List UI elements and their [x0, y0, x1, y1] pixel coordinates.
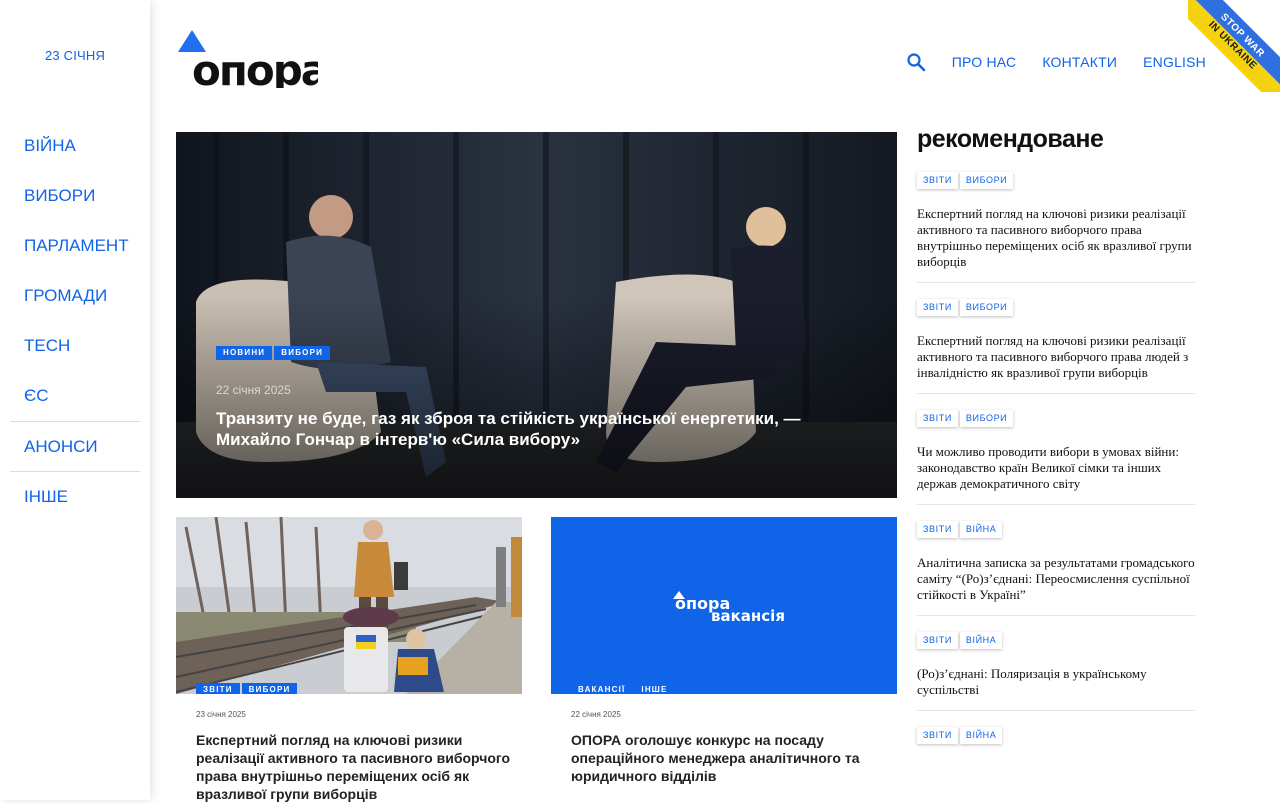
recommended-section: рекомендоване ЗВІТИ ВИБОРИ Експертний по…	[917, 124, 1195, 789]
item-title[interactable]: Аналітична записка за результатами грома…	[917, 555, 1195, 603]
tag-elections[interactable]: ВИБОРИ	[959, 299, 1014, 316]
hero-date: 22 січня 2025	[216, 383, 291, 397]
tag-other[interactable]: ІНШЕ	[634, 683, 675, 694]
list-item[interactable]: ЗВІТИ ВИБОРИ Чи можливо проводити вибори…	[917, 410, 1195, 505]
current-date: 23 СІЧНЯ	[44, 48, 106, 63]
item-tags: ЗВІТИ ВИБОРИ	[917, 172, 1195, 189]
stop-war-ribbon[interactable]: STOP WAR IN UKRAINE	[1188, 0, 1280, 92]
card-tags: ВАКАНСІЇ ІНШЕ	[571, 683, 675, 694]
item-tags: ЗВІТИ ВІЙНА	[917, 521, 1195, 538]
item-tags: ЗВІТИ ВІЙНА	[917, 632, 1195, 649]
item-tags: ЗВІТИ ВИБОРИ	[917, 299, 1195, 316]
card-image: опора вакансія ВАКАНСІЇ ІНШЕ	[551, 517, 897, 694]
card-title[interactable]: ОПОРА оголошує конкурс на посаду операці…	[551, 731, 897, 785]
search-icon[interactable]	[906, 52, 926, 72]
tag-elections[interactable]: ВИБОРИ	[959, 172, 1014, 189]
sidebar-item-parliament[interactable]: ПАРЛАМЕНТ	[10, 221, 140, 271]
card-tags: ЗВІТИ ВИБОРИ	[196, 683, 298, 694]
section-nav: ВІЙНА ВИБОРИ ПАРЛАМЕНТ ГРОМАДИ TECH ЄС А…	[10, 121, 140, 521]
railway-photo	[176, 517, 522, 694]
sidebar-item-elections[interactable]: ВИБОРИ	[10, 171, 140, 221]
sidebar-item-tech[interactable]: TECH	[10, 321, 140, 371]
left-sidebar: 23 СІЧНЯ ВІЙНА ВИБОРИ ПАРЛАМЕНТ ГРОМАДИ …	[0, 0, 150, 800]
sidebar-item-other[interactable]: ІНШЕ	[10, 471, 140, 521]
card-date: 22 січня 2025	[571, 710, 621, 719]
logo-triangle-icon: опора	[178, 30, 329, 95]
item-tags: ЗВІТИ ВІЙНА	[917, 727, 1195, 744]
tag-reports[interactable]: ЗВІТИ	[196, 683, 240, 694]
card-title[interactable]: Експертний погляд на ключові ризики реал…	[176, 731, 522, 803]
contacts-link[interactable]: КОНТАКТИ	[1042, 54, 1117, 70]
hero-title[interactable]: Транзиту не буде, газ як зброя та стійкі…	[216, 408, 826, 450]
tag-elections[interactable]: ВИБОРИ	[241, 683, 298, 694]
tag-reports[interactable]: ЗВІТИ	[917, 632, 958, 649]
tag-elections[interactable]: ВИБОРИ	[959, 410, 1014, 427]
article-card[interactable]: опора вакансія ВАКАНСІЇ ІНШЕ 22 січня 20…	[551, 517, 897, 785]
list-item[interactable]: ЗВІТИ ВІЙНА Аналітична записка за резуль…	[917, 521, 1195, 616]
item-title[interactable]: Чи можливо проводити вибори в умовах вій…	[917, 444, 1195, 492]
tag-war[interactable]: ВІЙНА	[959, 727, 1003, 744]
item-title[interactable]: (Ро)з’єднані: Поляризація в українському…	[917, 666, 1195, 698]
tag-vacancies[interactable]: ВАКАНСІЇ	[571, 683, 633, 694]
about-link[interactable]: ПРО НАС	[952, 54, 1017, 70]
item-tags: ЗВІТИ ВИБОРИ	[917, 410, 1195, 427]
tag-elections[interactable]: ВИБОРИ	[274, 346, 331, 360]
logo-wordmark: опора	[192, 46, 318, 88]
item-title[interactable]: Експертний погляд на ключові ризики реал…	[917, 333, 1195, 381]
sidebar-item-announcements[interactable]: АНОНСИ	[10, 421, 140, 471]
tag-reports[interactable]: ЗВІТИ	[917, 299, 958, 316]
tag-war[interactable]: ВІЙНА	[959, 632, 1003, 649]
header-nav: ПРО НАС КОНТАКТИ ENGLISH	[906, 52, 1206, 72]
card-image: ЗВІТИ ВИБОРИ	[176, 517, 522, 694]
ribbon-band: STOP WAR IN UKRAINE	[1188, 0, 1280, 92]
banner-word: вакансія	[711, 607, 785, 625]
sidebar-item-eu[interactable]: ЄС	[10, 371, 140, 421]
list-item[interactable]: ЗВІТИ ВИБОРИ Експертний погляд на ключов…	[917, 299, 1195, 394]
item-title[interactable]: Експертний погляд на ключові ризики реал…	[917, 206, 1195, 270]
sidebar-item-communities[interactable]: ГРОМАДИ	[10, 271, 140, 321]
tag-reports[interactable]: ЗВІТИ	[917, 727, 958, 744]
tag-reports[interactable]: ЗВІТИ	[917, 172, 958, 189]
hero-article[interactable]: НОВИНИ ВИБОРИ 22 січня 2025 Транзиту не …	[176, 132, 897, 498]
list-item[interactable]: ЗВІТИ ВІЙНА	[917, 727, 1195, 773]
list-item[interactable]: ЗВІТИ ВІЙНА (Ро)з’єднані: Поляризація в …	[917, 632, 1195, 711]
list-item[interactable]: ЗВІТИ ВИБОРИ Експертний погляд на ключов…	[917, 172, 1195, 283]
tag-war[interactable]: ВІЙНА	[959, 521, 1003, 538]
tag-reports[interactable]: ЗВІТИ	[917, 410, 958, 427]
card-date: 23 січня 2025	[196, 710, 246, 719]
tag-news[interactable]: НОВИНИ	[216, 346, 273, 360]
recommended-heading: рекомендоване	[917, 125, 1104, 153]
vacancy-banner: опора вакансія	[673, 591, 785, 625]
tag-reports[interactable]: ЗВІТИ	[917, 521, 958, 538]
opora-logo[interactable]: опора	[178, 28, 329, 95]
sidebar-item-war[interactable]: ВІЙНА	[10, 121, 140, 171]
hero-tags: НОВИНИ ВИБОРИ	[216, 346, 331, 360]
article-card[interactable]: ЗВІТИ ВИБОРИ 23 січня 2025 Експертний по…	[176, 517, 522, 803]
